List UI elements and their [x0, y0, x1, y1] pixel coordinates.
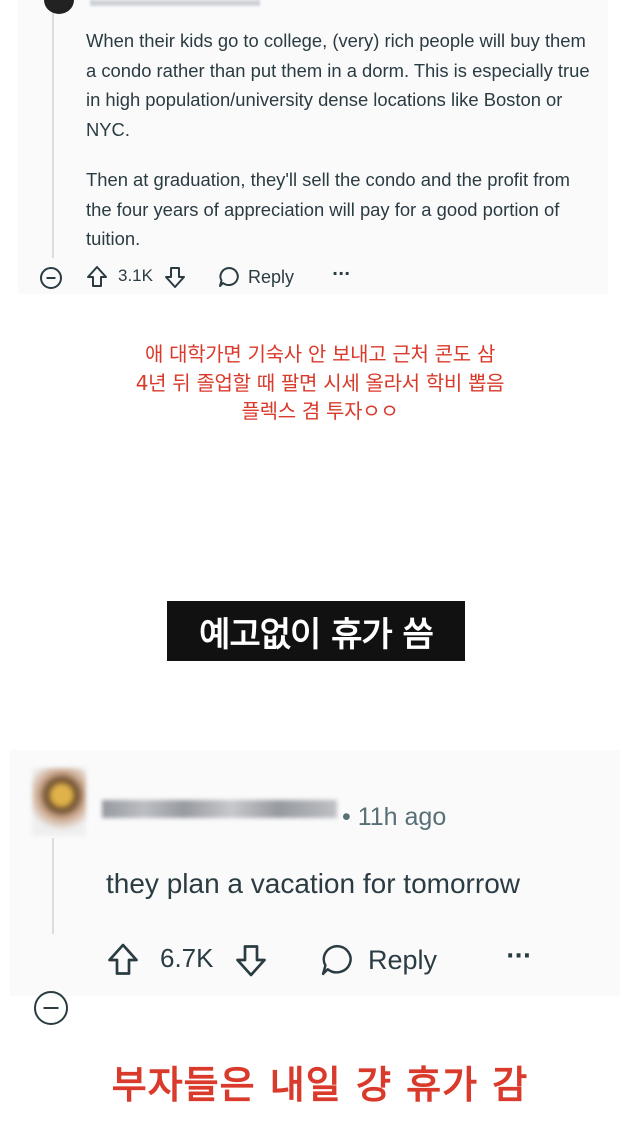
separator-dot: • — [342, 803, 351, 831]
reply-label: Reply — [248, 266, 295, 287]
caption-1: 애 대학가면 기숙사 안 보내고 근처 콘도 삼 4년 뒤 졸업할 때 팔면 시… — [0, 340, 640, 426]
avatar[interactable] — [44, 0, 74, 14]
upvote-icon — [108, 943, 138, 975]
caption-2: 부자들은 내일 걍 휴가 감 — [111, 1063, 529, 1107]
comment-body: When their kids go to college, (very) ri… — [86, 26, 596, 254]
blurred-username[interactable] — [102, 800, 337, 818]
comment-card-1: When their kids go to college, (very) ri… — [18, 0, 608, 294]
more-icon[interactable]: ··· — [506, 944, 531, 969]
caption-line: 4년 뒤 졸업할 때 팔면 시세 올라서 학비 뽑음 — [135, 370, 505, 395]
collapse-icon[interactable] — [34, 991, 68, 1025]
blurred-username — [90, 0, 260, 6]
comment-paragraph: Then at graduation, they'll sell the con… — [86, 169, 571, 249]
thread-line[interactable] — [52, 838, 54, 934]
highlight-label: 예고없이 휴가 씀 — [167, 601, 465, 661]
vote-count: 3.1K — [118, 266, 153, 285]
upvote-button[interactable] — [106, 942, 140, 978]
reply-button[interactable]: Reply — [218, 266, 294, 288]
reply-bubble-icon — [321, 944, 352, 976]
comment-paragraph: When their kids go to college, (very) ri… — [86, 30, 590, 140]
downvote-icon — [236, 945, 266, 977]
more-icon[interactable]: ··· — [332, 264, 350, 283]
upvote-button[interactable] — [86, 265, 108, 289]
reply-label: Reply — [368, 944, 438, 975]
downvote-icon — [165, 267, 185, 288]
reply-button[interactable]: Reply — [320, 943, 437, 977]
comment-body: they plan a vacation for tomorrow — [106, 868, 520, 899]
avatar[interactable] — [32, 768, 86, 836]
caption-line: 애 대학가면 기숙사 안 보내고 근처 콘도 삼 — [144, 342, 496, 366]
collapse-icon[interactable] — [40, 267, 62, 289]
comment-card-2: • 11h ago they plan a vacation for tomor… — [10, 750, 620, 1025]
downvote-button[interactable] — [234, 942, 268, 978]
downvote-button[interactable] — [164, 265, 186, 289]
reply-bubble-icon — [219, 267, 239, 287]
timestamp: 11h ago — [357, 803, 447, 831]
upvote-icon — [87, 266, 107, 287]
vote-count: 6.7K — [160, 943, 214, 973]
comment-meta: • 11h ago — [342, 800, 446, 834]
caption-line: 플렉스 겸 투자ㅇㅇ — [241, 399, 399, 423]
thread-line[interactable] — [52, 0, 54, 258]
